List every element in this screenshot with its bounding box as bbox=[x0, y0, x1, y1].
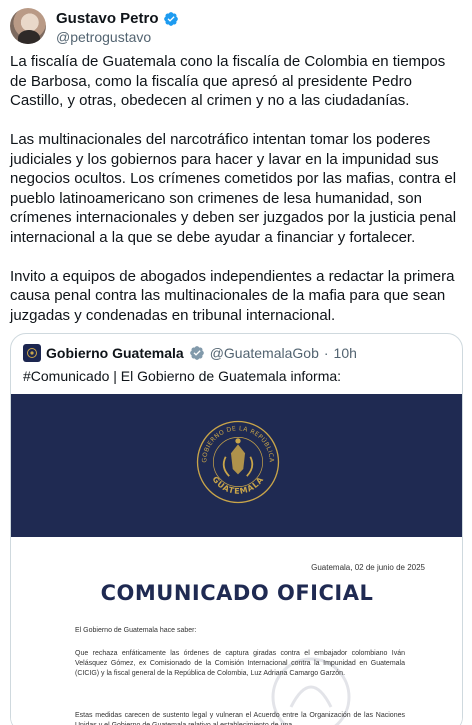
document-intro: El Gobierno de Guatemala hace saber: bbox=[75, 627, 197, 634]
coat-of-arms-seal: GOBIERNO DE LA REPÚBLICA GUATEMALA bbox=[196, 420, 280, 504]
tweet-paragraph-1: La fiscalía de Guatemala cono la fiscalí… bbox=[10, 53, 446, 109]
quoted-tweet-card[interactable]: Gobierno Guatemala @GuatemalaGob · 10h #… bbox=[10, 333, 463, 725]
tweet-header: Gustavo Petro @petrogustavo bbox=[10, 8, 462, 45]
tweet-paragraph-3: Invito a equipos de abogados independien… bbox=[10, 267, 455, 324]
tweet-paragraph-2: Las multinacionales del narcotráfico int… bbox=[10, 131, 457, 246]
guatemala-seal-icon bbox=[27, 348, 37, 358]
quoted-author-avatar[interactable] bbox=[23, 344, 41, 362]
image-banner: GOBIERNO DE LA REPÚBLICA GUATEMALA bbox=[11, 394, 462, 537]
seal-bottom-text: GUATEMALA bbox=[210, 475, 264, 496]
separator-dot: · bbox=[323, 345, 329, 361]
quoted-tweet-image[interactable]: GOBIERNO DE LA REPÚBLICA GUATEMALA Guate… bbox=[11, 394, 462, 725]
quoted-timestamp[interactable]: 10h bbox=[334, 345, 357, 361]
quoted-tweet-header: Gobierno Guatemala @GuatemalaGob · 10h bbox=[23, 344, 357, 362]
verified-badge-icon bbox=[163, 11, 178, 26]
document-date: Guatemala, 02 de junio de 2025 bbox=[311, 563, 425, 572]
author-name-row: Gustavo Petro bbox=[56, 10, 179, 27]
author-avatar[interactable] bbox=[10, 8, 46, 44]
quoted-author-name[interactable]: Gobierno Guatemala bbox=[46, 345, 184, 361]
communique-document: Guatemala, 02 de junio de 2025 COMUNICAD… bbox=[11, 537, 462, 725]
document-paragraph-1: Que rechaza enfáticamente las órdenes de… bbox=[75, 650, 405, 677]
author-name[interactable]: Gustavo Petro bbox=[56, 10, 159, 27]
document-paragraph-2: Estas medidas carecen de sustento legal … bbox=[75, 712, 405, 725]
tweet-text: La fiscalía de Guatemala cono la fiscalí… bbox=[10, 52, 462, 325]
quoted-tweet-text: #Comunicado | El Gobierno de Guatemala i… bbox=[23, 368, 342, 384]
verified-badge-icon bbox=[189, 346, 204, 360]
author-handle[interactable]: @petrogustavo bbox=[56, 29, 151, 45]
svg-text:GUATEMALA: GUATEMALA bbox=[210, 475, 265, 496]
document-title: COMUNICADO OFICIAL bbox=[100, 581, 374, 605]
quoted-author-handle[interactable]: @GuatemalaGob bbox=[210, 345, 319, 361]
